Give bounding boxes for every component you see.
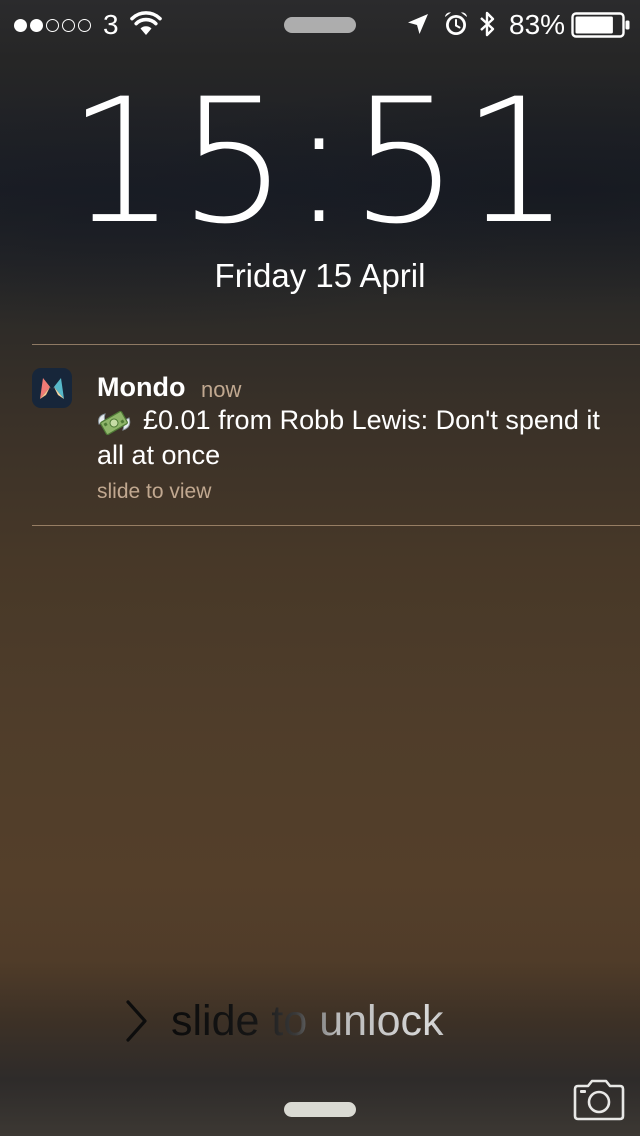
slide-to-view-label: slide to view	[97, 480, 212, 503]
notification-time: now	[201, 377, 242, 402]
camera-icon[interactable]	[571, 1078, 627, 1122]
lock-screen-time: 15:51	[67, 61, 573, 262]
notification-message: £0.01 from Robb Lewis: Don't spend it al…	[97, 405, 600, 470]
battery-icon	[571, 12, 630, 38]
bluetooth-icon	[480, 11, 495, 37]
notification-center-grabber[interactable]	[284, 17, 356, 33]
alarm-icon	[445, 12, 467, 35]
mondo-app-icon	[32, 368, 72, 408]
slide-to-unlock-slider[interactable]: slide to unlock	[124, 992, 524, 1052]
carrier-name: 3	[103, 9, 119, 40]
signal-strength-icon	[14, 17, 91, 33]
slide-to-unlock-label: slide to unlock	[171, 997, 444, 1045]
control-center-grabber[interactable]	[284, 1102, 356, 1117]
chevron-right-icon	[126, 1000, 147, 1042]
wifi-icon	[130, 11, 162, 35]
location-icon	[408, 14, 428, 34]
battery-percentage: 83%	[509, 9, 566, 40]
status-bar: 3 83%	[0, 0, 640, 50]
notification-divider-bottom	[32, 525, 640, 526]
notification-item[interactable]: Mondo now £0.01 from Robb Lewis: Don't s…	[0, 345, 640, 525]
lock-screen-date: Friday 15 April	[214, 257, 426, 294]
notification-app-name: Mondo	[97, 372, 186, 402]
